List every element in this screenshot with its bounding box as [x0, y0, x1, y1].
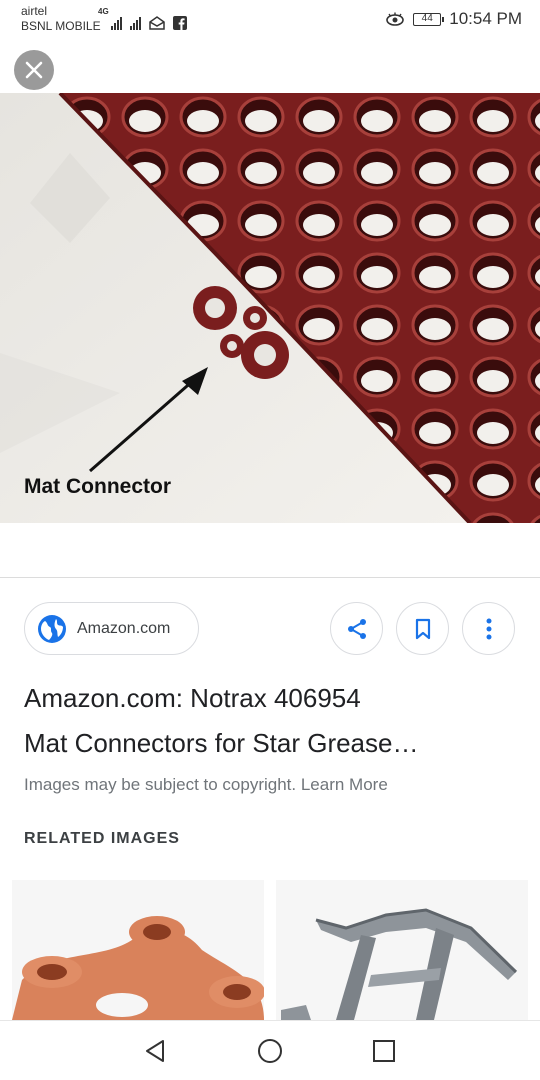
result-title[interactable]: Amazon.com: Notrax 406954 Mat Connectors… — [24, 676, 524, 766]
battery-indicator: 44 — [413, 12, 445, 26]
mail-icon — [148, 16, 165, 30]
app-root: airtel BSNL MOBILE 4G 44 10:54 PM Mat Co… — [0, 0, 540, 1080]
image-caption: Mat Connector — [24, 475, 171, 498]
status-icons-right: 44 10:54 PM — [385, 8, 522, 30]
result-title-line-2: Mat Connectors for Star Grease… — [24, 728, 419, 758]
orange-connector-thumbnail — [12, 880, 264, 1020]
carrier-secondary: BSNL MOBILE — [21, 19, 101, 33]
globe-icon — [38, 614, 66, 643]
share-button[interactable] — [330, 602, 383, 655]
metal-connector-thumbnail — [276, 880, 528, 1020]
network-type: 4G — [98, 7, 109, 16]
source-link[interactable]: Amazon.com — [24, 602, 199, 655]
eye-comfort-icon — [386, 12, 405, 26]
nav-recents-button[interactable] — [370, 1037, 398, 1065]
related-image-2[interactable] — [276, 880, 528, 1020]
back-triangle-icon — [146, 1040, 164, 1062]
more-vert-icon — [486, 618, 491, 639]
image-preview[interactable]: Mat Connector — [0, 40, 540, 577]
home-circle-icon — [258, 1039, 282, 1063]
nav-back-button[interactable] — [141, 1037, 169, 1065]
copyright-notice[interactable]: Images may be subject to copyright. Lear… — [24, 775, 388, 795]
share-icon — [347, 618, 366, 639]
result-title-line-1: Amazon.com: Notrax 406954 — [24, 683, 361, 713]
mat-connector-photo: Mat Connector — [0, 93, 540, 523]
facebook-icon — [172, 16, 187, 30]
system-navigation-bar — [0, 1020, 540, 1080]
signal-icon — [110, 16, 122, 30]
source-site-label: Amazon.com — [77, 619, 171, 637]
more-options-button[interactable] — [462, 602, 515, 655]
bookmark-icon — [415, 618, 430, 639]
recents-square-icon — [373, 1040, 395, 1062]
carrier-primary: airtel — [21, 4, 48, 18]
close-icon — [25, 61, 43, 79]
related-image-1[interactable] — [12, 880, 264, 1020]
related-images-heading: RELATED IMAGES — [24, 830, 180, 847]
close-button[interactable] — [14, 50, 54, 90]
nav-home-button[interactable] — [256, 1037, 284, 1065]
signal-icon-2 — [129, 16, 141, 30]
status-bar: airtel BSNL MOBILE 4G 44 10:54 PM — [0, 0, 540, 40]
save-button[interactable] — [396, 602, 449, 655]
clock: 10:54 PM — [449, 9, 522, 28]
status-icons-left: 4G — [98, 8, 187, 30]
divider — [0, 577, 540, 578]
